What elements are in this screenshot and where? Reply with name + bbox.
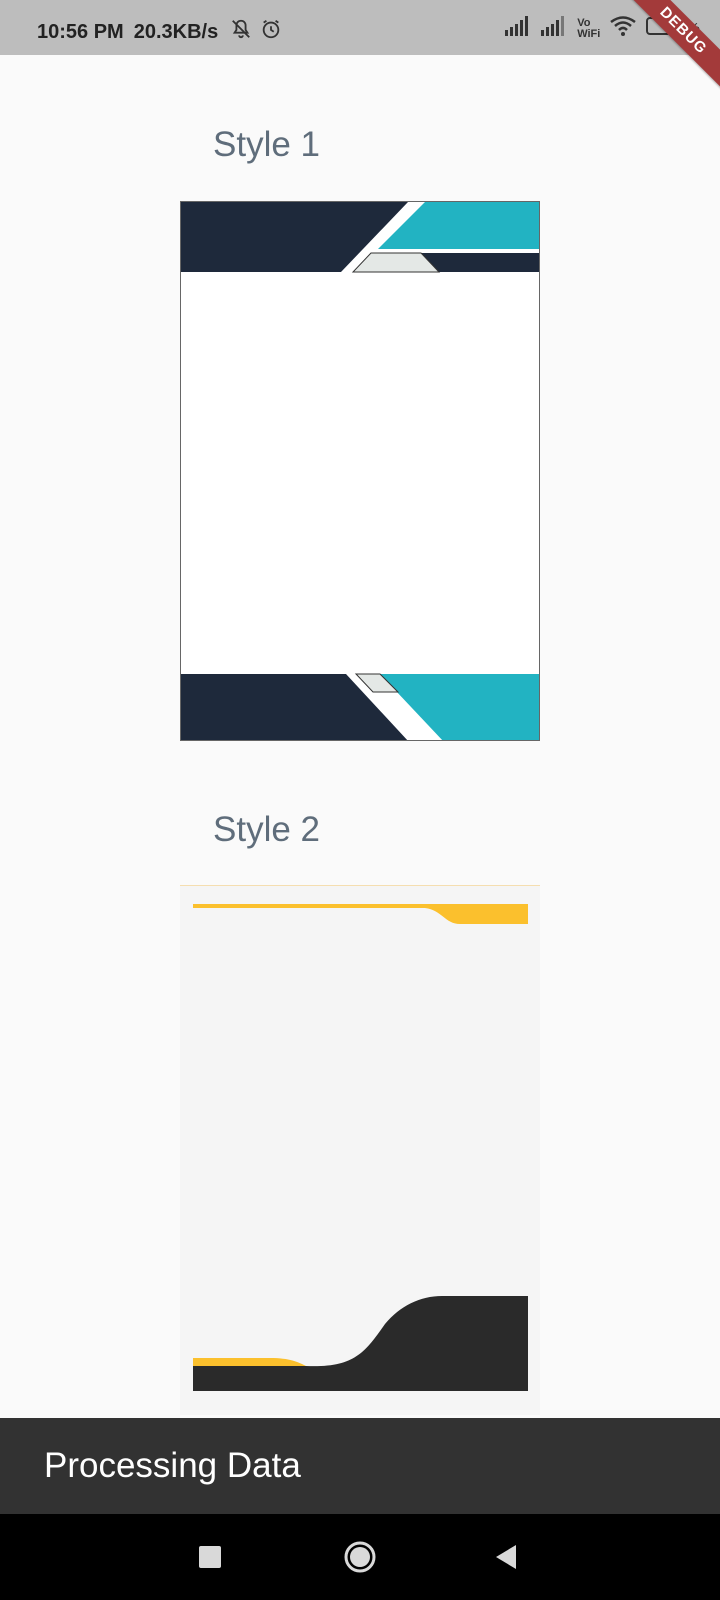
style-1-artwork [181,202,539,740]
signal-icon [541,16,567,41]
wifi-icon [610,16,637,41]
network-speed: 20.3KB/s [133,20,219,43]
signal-icon [505,16,531,41]
alarm-icon [260,18,282,46]
snackbar: Processing Data [0,1418,720,1514]
home-icon[interactable] [343,1540,377,1574]
style-2-template[interactable] [180,885,540,1415]
style-1-template[interactable] [180,201,540,741]
status-left: 10:56 PM 20.3KB/s [37,18,282,46]
recents-icon[interactable] [193,1540,227,1574]
navigation-bar [0,1514,720,1600]
status-time: 10:56 PM [37,20,124,43]
status-bar: 10:56 PM 20.3KB/s Vo WiFi 3% [0,0,720,55]
style-1-title: Style 1 [213,125,320,164]
vowifi-icon: Vo WiFi [577,16,601,40]
vowifi-bottom: WiFi [577,27,601,40]
snackbar-message: Processing Data [44,1446,301,1485]
style-2-title: Style 2 [213,810,320,849]
vowifi-top: Vo [577,16,591,29]
back-icon[interactable] [490,1540,524,1574]
bell-off-icon [230,18,252,46]
style-2-artwork [193,904,528,1391]
